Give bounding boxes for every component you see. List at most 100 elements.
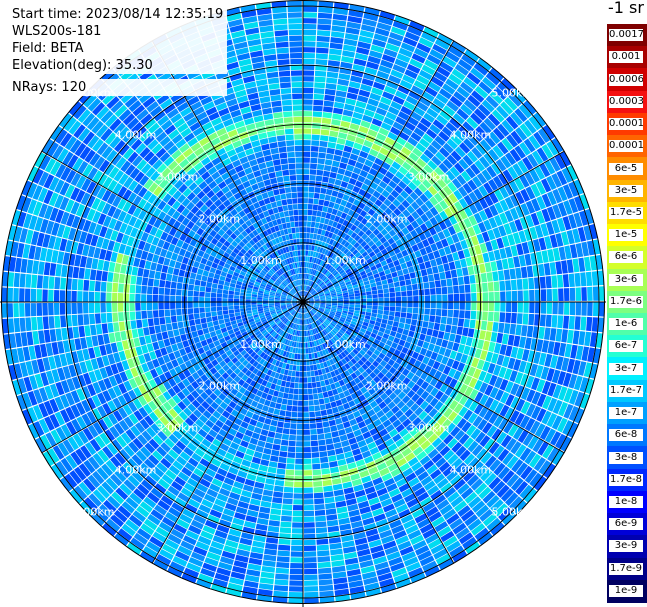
range-gate-cell [153,317,160,326]
range-gate-cell [318,567,332,574]
range-gate-cell [279,152,288,159]
range-gate-cell [84,268,91,280]
range-gate-cell [328,537,342,544]
range-gate-cell [315,175,323,182]
range-gate-cell [279,76,291,83]
range-gate-cell [337,459,347,466]
range-gate-cell [38,261,45,275]
range-gate-cell [288,440,296,447]
range-gate-cell [264,119,275,126]
range-gate-cell [274,117,284,125]
range-gate-cell [94,302,101,313]
range-gate-cell [273,491,283,498]
range-gate-cell [287,452,296,458]
range-gate-cell [262,489,273,497]
range-gate-cell [312,122,321,129]
range-gate-cell [282,428,290,435]
range-gate-cell [293,209,299,216]
range-gate-cell [303,23,317,30]
range-gate-cell [155,263,163,272]
range-gate-cell [316,428,324,435]
range-gate-cell [330,31,345,38]
range-gate-cell [303,203,308,210]
range-gate-cell [290,563,303,569]
range-gate-cell [325,438,334,445]
range-gate-cell [7,303,14,318]
range-gate-cell [308,353,312,360]
range-gate-cell [292,93,303,100]
range-gate-cell [304,557,317,563]
range-gate-cell [296,169,303,175]
range-gate-cell [332,13,348,21]
range-gate-cell [304,262,307,268]
range-gate-cell [338,429,346,436]
range-gate-cell [299,232,303,239]
range-gate-cell [307,221,312,227]
range-gate-cell [321,468,331,475]
range-gate-cell [303,41,316,47]
range-gate-cell [229,286,235,292]
range-gate-cell [319,584,334,592]
range-gate-cell [267,466,277,474]
range-gate-cell [303,348,306,354]
range-gate-cell [102,260,110,272]
range-gate-cell [262,560,276,567]
range-gate-cell [137,328,144,337]
range-gate-cell [324,497,335,504]
range-gate-cell [272,497,283,504]
range-gate-cell [216,293,223,298]
range-gate-cell [316,169,324,176]
range-gate-cell [310,146,319,152]
range-gate-cell [259,506,271,514]
range-gate-cell [303,47,316,53]
range-gate-cell [408,330,415,338]
range-gate-cell [349,304,355,308]
range-gate-cell [338,517,350,525]
range-gate-cell [321,386,327,393]
range-gate-cell [170,288,176,296]
range-gate-cell [129,302,135,312]
range-gate-cell [274,432,283,439]
range-gate-cell [313,399,320,406]
range-gate-cell [290,423,297,429]
range-gate-cell [288,592,303,598]
range-gate-cell [426,328,433,336]
range-gate-cell [303,169,310,175]
range-gate-cell [254,73,267,81]
range-gate-cell [314,370,319,376]
range-gate-cell [291,192,298,199]
range-gate-cell [318,445,327,452]
range-gate-cell [269,401,276,408]
range-gate-cell [317,30,331,37]
range-gate-cell [453,302,460,310]
range-gate-cell [292,516,303,522]
range-gate-cell [288,597,303,604]
range-gate-cell [311,216,317,222]
range-gate-cell [298,209,303,215]
range-gate-cell [120,264,127,274]
range-gate-cell [234,291,240,296]
range-gate-cell [317,164,325,170]
range-gate-cell [279,188,286,195]
range-gate-cell [133,257,141,267]
range-gate-cell [303,441,311,447]
range-gate-cell [129,293,135,302]
range-gate-cell [303,76,314,82]
range-gate-cell [283,392,289,399]
range-gate-cell [333,154,342,162]
range-gate-cell [188,314,194,321]
range-gate-cell [313,93,324,100]
range-gate-cell [290,376,296,383]
range-gate-cell [330,401,337,408]
range-gate-cell [293,116,303,123]
range-gate-cell [142,319,149,328]
range-gate-cell [265,537,279,544]
range-gate-cell [303,29,317,36]
range-gate-cell [326,71,339,79]
range-gate-cell [31,274,38,288]
range-gate-cell [399,317,406,324]
range-gate-cell [118,273,126,284]
range-gate-cell [303,227,307,233]
range-gate-cell [284,122,294,129]
range-gate-cell [292,400,298,406]
